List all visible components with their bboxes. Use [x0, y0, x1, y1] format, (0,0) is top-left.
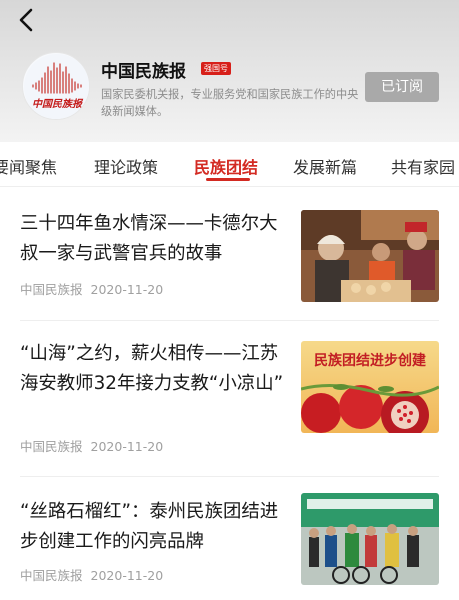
chevron-left-icon: [19, 8, 33, 32]
pomegranate-banner-image: 民族团结进步创建: [301, 341, 439, 433]
article-meta: 中国民族报 2020-11-20: [20, 279, 171, 298]
tab-shared-home[interactable]: 共有家园: [391, 154, 455, 178]
article-title: “丝路石榴红”：泰州民族团结进步创建工作的闪亮品牌: [20, 501, 279, 552]
article-date: 2020-11-20: [90, 439, 164, 454]
tab-development[interactable]: 发展新篇: [293, 154, 357, 178]
article-source: 中国民族报: [20, 568, 83, 583]
article-source: 中国民族报: [20, 282, 83, 297]
article-thumbnail: [301, 210, 439, 302]
account-badge: 强国号: [201, 62, 231, 75]
subscribed-button[interactable]: 已订阅: [365, 72, 439, 102]
active-tab-indicator: [206, 178, 250, 181]
tab-ethnic-unity[interactable]: 民族团结: [194, 154, 258, 178]
account-header: 中国民族报 中国民族报 强国号 国家民委机关报，专业服务党和国家民族工作的中央级…: [0, 0, 459, 142]
article-title: 三十四年鱼水情深——卡德尔大叔一家与武警官兵的故事: [20, 213, 278, 264]
article-thumbnail: [301, 493, 439, 585]
article-source: 中国民族报: [20, 439, 83, 454]
family-photo-image: [301, 210, 439, 302]
article-date: 2020-11-20: [90, 282, 164, 297]
account-description: 国家民委机关报，专业服务党和国家民族工作的中央级新闻媒体。: [101, 88, 359, 118]
article-item[interactable]: “山海”之约，薪火相传——江苏海安教师32年接力支教“小凉山” 中国民族报 202…: [0, 321, 459, 476]
tab-news-focus[interactable]: 要闻聚焦: [0, 154, 57, 178]
article-thumbnail: 民族团结进步创建: [301, 341, 439, 433]
tab-theory-policy[interactable]: 理论政策: [94, 154, 158, 178]
cycling-event-image: [301, 493, 439, 585]
article-meta: 中国民族报 2020-11-20: [20, 436, 171, 455]
article-meta: 中国民族报 2020-11-20: [20, 565, 171, 584]
account-logo: 中国民族报: [22, 52, 90, 120]
logo-text: 中国民族报: [32, 99, 82, 110]
article-title: “山海”之约，薪火相传——江苏海安教师32年接力支教“小凉山”: [20, 343, 284, 394]
article-item[interactable]: “丝路石榴红”：泰州民族团结进步创建工作的闪亮品牌 中国民族报 2020-11-2…: [0, 477, 459, 600]
back-button[interactable]: [14, 6, 42, 34]
article-date: 2020-11-20: [90, 568, 164, 583]
account-name: 中国民族报: [101, 62, 186, 82]
article-item[interactable]: 三十四年鱼水情深——卡德尔大叔一家与武警官兵的故事 中国民族报 2020-11-2…: [0, 187, 459, 320]
banner-slogan: 民族团结进步创建: [314, 352, 426, 369]
